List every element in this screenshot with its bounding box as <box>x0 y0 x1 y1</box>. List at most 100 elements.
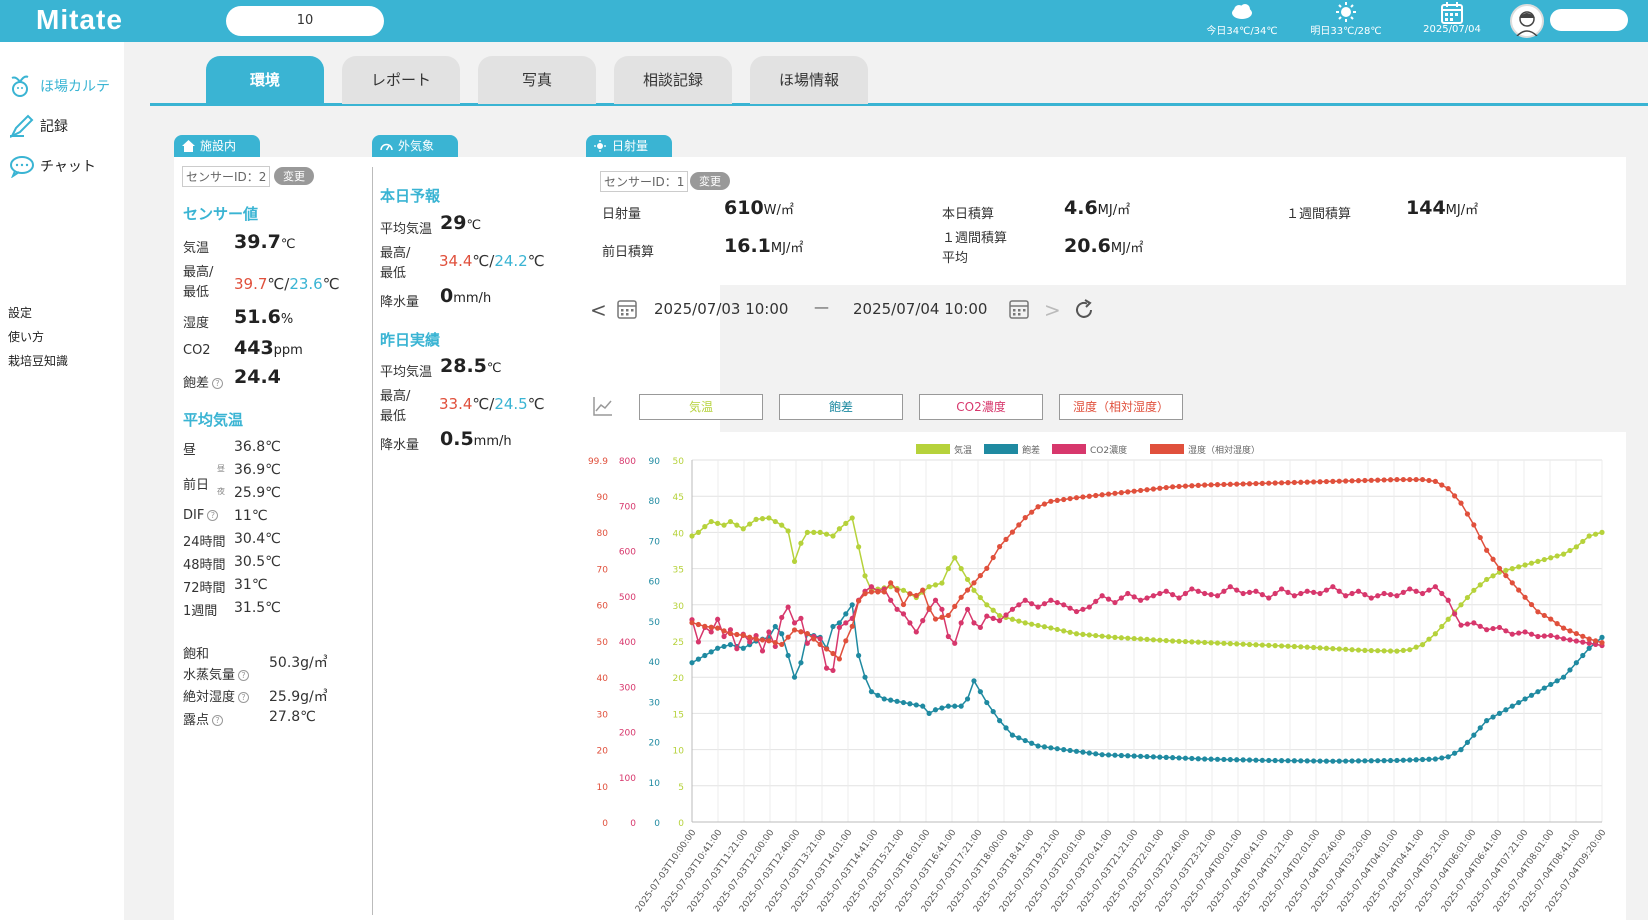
y-tick-label-vpd: 10 <box>649 779 661 789</box>
abs-humidity-label: 絶対湿度? <box>183 686 250 705</box>
data-point <box>1573 630 1579 637</box>
data-point <box>1240 757 1246 763</box>
help-icon[interactable]: ? <box>238 670 250 681</box>
data-point <box>1285 758 1291 764</box>
data-point <box>1548 616 1554 622</box>
solar-weekavg-label: １週間積算 平均 <box>942 231 1008 266</box>
avg-value-72h: 31℃ <box>234 577 268 593</box>
data-point <box>1580 538 1586 545</box>
data-point <box>1291 643 1297 650</box>
today-avg-value: 29℃ <box>440 212 482 234</box>
data-point <box>1067 629 1073 635</box>
data-point <box>1560 674 1567 680</box>
sidebar-link-settings[interactable]: 設定 <box>8 304 32 321</box>
data-point <box>1413 644 1419 650</box>
tab-field-info[interactable]: ほ場情報 <box>750 56 868 104</box>
toggle-humidity[interactable]: 湿度（相対湿度） <box>1059 394 1183 420</box>
data-point <box>1522 696 1528 702</box>
data-point <box>1496 624 1503 631</box>
data-point <box>1291 758 1297 764</box>
help-icon[interactable]: ? <box>212 378 224 389</box>
data-point <box>1426 587 1432 593</box>
user-name-field[interactable] <box>1550 9 1628 31</box>
data-point <box>1471 522 1477 528</box>
data-point <box>1432 478 1438 484</box>
prev-day-value: 36.9℃ <box>234 462 281 478</box>
data-point <box>888 580 894 586</box>
solar-change-button[interactable]: 変更 <box>690 172 730 190</box>
data-point <box>1445 754 1451 760</box>
toggle-vpd[interactable]: 飽差 <box>779 394 903 420</box>
calendar-icon[interactable] <box>1008 298 1030 320</box>
data-point <box>1016 602 1022 608</box>
tab-consultation[interactable]: 相談記録 <box>614 56 732 104</box>
data-point <box>753 516 759 522</box>
data-point <box>747 639 753 645</box>
data-point <box>1240 590 1246 597</box>
sidebar-item-label: 記録 <box>40 119 68 135</box>
data-point <box>881 696 887 702</box>
data-point <box>1125 635 1131 641</box>
date-display[interactable]: 2025/07/04 <box>1402 2 1502 35</box>
data-point <box>1208 592 1214 598</box>
y-tick-label-temp: 5 <box>678 783 684 793</box>
app-logo[interactable]: Mitate <box>36 4 123 36</box>
y-tick-label-co2: 500 <box>619 593 636 603</box>
sidebar-link-howto[interactable]: 使い方 <box>8 328 44 345</box>
y-tick-label-co2: 400 <box>619 638 636 648</box>
data-point <box>1170 755 1176 761</box>
data-point <box>1291 593 1297 599</box>
help-icon[interactable]: ? <box>207 510 219 521</box>
data-point <box>823 531 830 537</box>
data-point <box>1330 584 1336 590</box>
y-tick-label-rh: 60 <box>597 602 609 612</box>
data-point <box>791 620 798 626</box>
abs-humidity-value: 25.9g/㎥ <box>269 689 328 705</box>
tab-report[interactable]: レポート <box>342 56 460 104</box>
data-point <box>1189 586 1195 592</box>
sidebar-item-field-chart[interactable]: ほ場カルテ <box>8 72 110 100</box>
data-point <box>1509 566 1515 572</box>
tab-bar: 環境 レポート 写真 相談記録 ほ場情報 <box>150 56 1648 106</box>
data-point <box>785 652 791 659</box>
tab-photo[interactable]: 写真 <box>478 56 596 104</box>
data-point <box>1592 638 1599 644</box>
data-point <box>875 589 881 595</box>
data-point <box>1362 477 1368 484</box>
toggle-co2[interactable]: CO2濃度 <box>919 394 1043 420</box>
data-point <box>1535 609 1541 615</box>
data-point <box>907 591 913 597</box>
data-point <box>715 645 721 651</box>
tab-environment[interactable]: 環境 <box>206 56 324 104</box>
data-point <box>1246 757 1253 763</box>
data-point <box>798 629 804 635</box>
data-point <box>1080 494 1086 500</box>
sidebar-item-label: ほ場カルテ <box>40 79 110 95</box>
data-point <box>1484 627 1490 633</box>
data-point <box>1599 529 1605 535</box>
range-next-button[interactable]: > <box>1044 298 1061 322</box>
avatar[interactable] <box>1510 4 1544 38</box>
help-icon[interactable]: ? <box>212 715 224 726</box>
refresh-icon[interactable] <box>1072 298 1096 322</box>
field-select[interactable]: 10 <box>226 6 384 36</box>
data-point <box>926 605 932 611</box>
range-prev-button[interactable]: < <box>590 298 607 322</box>
legend-swatch <box>1052 444 1086 454</box>
indoor-change-button[interactable]: 変更 <box>274 167 314 185</box>
calendar-icon[interactable] <box>616 298 638 320</box>
toggle-temp[interactable]: 気温 <box>639 394 763 420</box>
sidebar-link-tips[interactable]: 栽培豆知識 <box>8 352 68 369</box>
data-point <box>952 703 958 709</box>
data-point <box>759 516 766 522</box>
data-point <box>1131 753 1137 759</box>
sidebar-item-chat[interactable]: チャット <box>8 152 96 180</box>
data-point <box>920 618 926 624</box>
range-end[interactable]: 2025/07/04 10:00 <box>853 300 987 318</box>
y-tick-label-rh: 80 <box>597 529 609 539</box>
data-point <box>1343 593 1349 599</box>
solar-prev-label: 前日積算 <box>602 245 655 260</box>
range-start[interactable]: 2025/07/03 10:00 <box>654 300 788 318</box>
help-icon[interactable]: ? <box>238 692 250 703</box>
sidebar-item-record[interactable]: 記録 <box>8 112 68 140</box>
